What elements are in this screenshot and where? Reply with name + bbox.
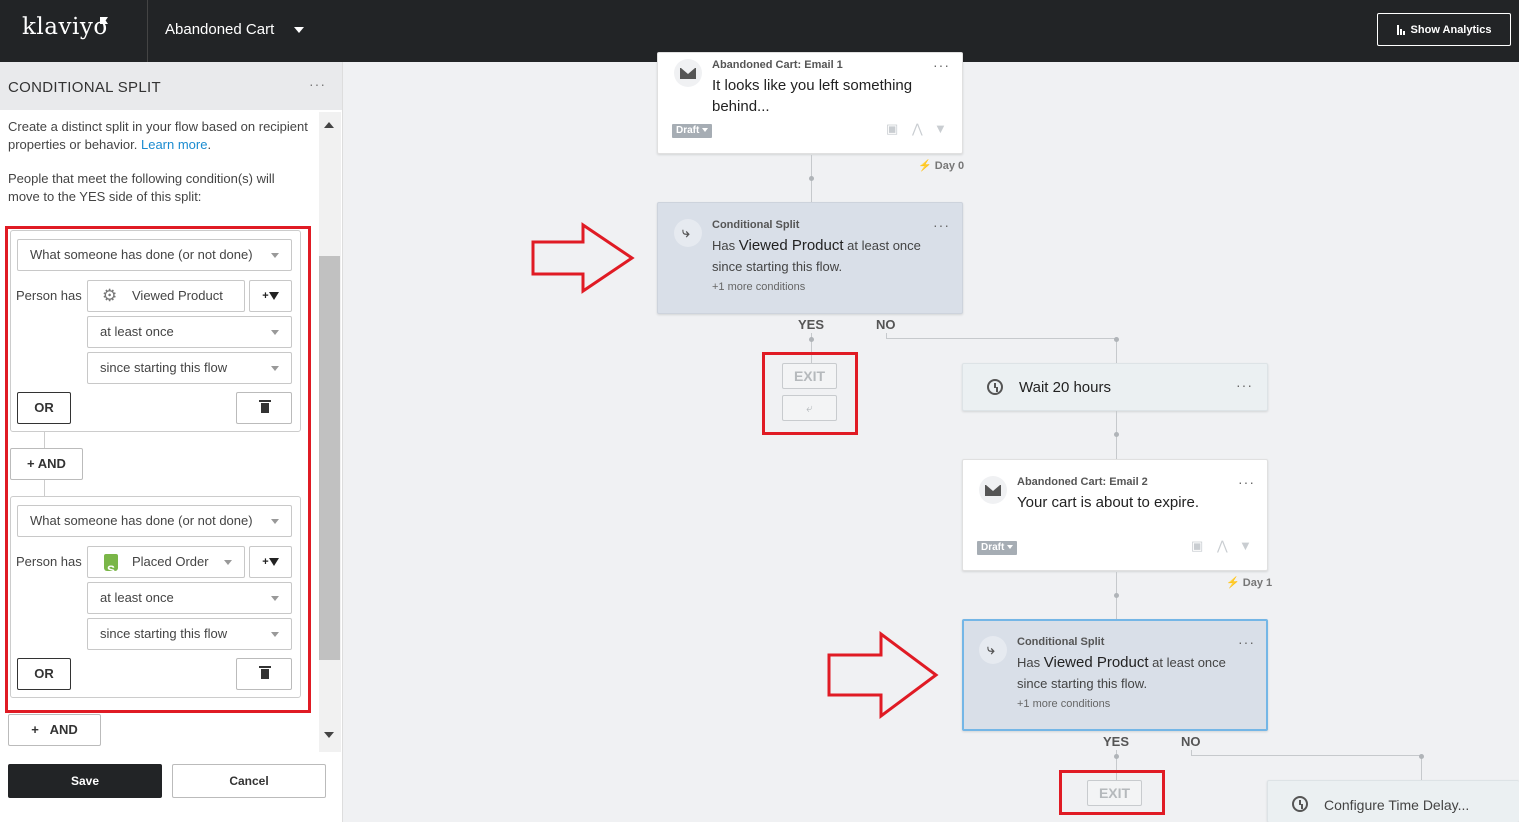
split-1-more-conditions: +1 more conditions: [712, 281, 806, 293]
split-1-more-icon[interactable]: ···: [933, 217, 950, 233]
preview-icon: ▣: [1191, 538, 1204, 553]
annotation-highlight-box: [5, 226, 311, 713]
email-1-status-badge[interactable]: Draft: [672, 124, 713, 138]
connector-dot: [809, 337, 814, 342]
split-1-no-label: NO: [876, 317, 896, 332]
and-label: AND: [49, 722, 78, 737]
day-text: Day 1: [1242, 577, 1273, 589]
trend-icon: ⋀: [1217, 538, 1228, 553]
cond-line2: since starting this flow.: [712, 259, 843, 274]
learn-more-link[interactable]: Learn more: [141, 137, 207, 152]
connector-dot: [1114, 337, 1119, 342]
cancel-button[interactable]: Cancel: [172, 764, 326, 798]
panel-header: CONDITIONAL SPLIT ···: [0, 62, 342, 110]
topbar-divider: [147, 0, 148, 62]
flow-menu-chevron-down-icon[interactable]: [294, 27, 304, 33]
connector-dot: [1114, 432, 1119, 437]
add-and-group-button[interactable]: + AND: [8, 714, 101, 746]
email-1-kicker: Abandoned Cart: Email 1: [712, 59, 843, 71]
klaviyo-logo[interactable]: klaviyo: [22, 14, 108, 40]
split-icon: ⤷: [674, 219, 702, 247]
email-2-kicker: Abandoned Cart: Email 2: [1017, 476, 1148, 488]
bar-chart-icon: [1396, 24, 1405, 35]
email-1-card[interactable]: Abandoned Cart: Email 1 ··· It looks lik…: [657, 52, 963, 154]
scroll-down-arrow-icon[interactable]: [324, 732, 334, 738]
cond-suffix: at least once: [1152, 655, 1226, 670]
conditional-split-panel: CONDITIONAL SPLIT ··· Create a distinct …: [0, 62, 343, 822]
email-icon: [674, 59, 702, 87]
split-2-yes-label: YES: [1103, 734, 1130, 749]
save-button[interactable]: Save: [8, 764, 162, 798]
flow-name[interactable]: Abandoned Cart: [165, 21, 274, 38]
annotation-arrow-1: [531, 222, 635, 294]
split-1-kicker: Conditional Split: [712, 219, 800, 231]
wait-more-icon[interactable]: ···: [1236, 377, 1253, 393]
email-1-subject: It looks like you left something behind.…: [712, 77, 913, 115]
filter-icon: ▼: [934, 121, 947, 136]
split-1-condition: Has Viewed Product at least once since s…: [712, 235, 952, 277]
connector-dot: [809, 176, 814, 181]
and-plus: +: [31, 722, 39, 737]
panel-more-options-icon[interactable]: ···: [309, 76, 326, 92]
clock-icon: [987, 379, 1003, 395]
split-2-more-icon[interactable]: ···: [1238, 634, 1255, 650]
preview-icon: ▣: [886, 121, 899, 136]
split-2-more-conditions: +1 more conditions: [1017, 698, 1111, 710]
email-1-day-label: ⚡ Day 0: [918, 160, 965, 172]
conditional-split-2-card[interactable]: ⤷ Conditional Split ··· Has Viewed Produ…: [962, 619, 1268, 731]
connector-dot: [1114, 593, 1119, 598]
cond-line2: since starting this flow.: [1017, 676, 1148, 691]
rule-text: People that meet the following condition…: [8, 171, 275, 204]
configure-time-delay-card[interactable]: Configure Time Delay...: [1267, 780, 1519, 822]
email-2-more-icon[interactable]: ···: [1238, 474, 1255, 490]
connector-line: [1191, 755, 1421, 756]
annotation-highlight-box: [1059, 770, 1165, 815]
cond-metric: Viewed Product: [1043, 654, 1149, 671]
cond-prefix: Has: [712, 238, 736, 253]
connector-line: [886, 338, 1116, 339]
show-analytics-button[interactable]: Show Analytics: [1377, 13, 1511, 46]
annotation-highlight-box: [762, 352, 858, 435]
conditional-split-1-card[interactable]: ⤷ Conditional Split ··· Has Viewed Produ…: [657, 202, 963, 314]
connector-line: [886, 333, 887, 338]
scroll-up-arrow-icon[interactable]: [324, 122, 334, 128]
panel-description: Create a distinct split in your flow bas…: [8, 119, 308, 152]
filter-icon: ▼: [1239, 538, 1252, 553]
email-2-day-label: ⚡ Day 1: [1226, 577, 1273, 589]
connector-dot: [1114, 754, 1119, 759]
email-icon: [979, 476, 1007, 504]
configure-delay-label: Configure Time Delay...: [1324, 797, 1470, 813]
cond-suffix: at least once: [847, 238, 921, 253]
email-1-more-icon[interactable]: ···: [933, 57, 950, 73]
split-2-kicker: Conditional Split: [1017, 636, 1105, 648]
split-icon: ⤷: [979, 636, 1007, 664]
split-2-condition: Has Viewed Product at least once since s…: [1017, 652, 1257, 694]
cond-metric: Viewed Product: [738, 237, 844, 254]
email-2-status-badge[interactable]: Draft: [977, 541, 1018, 555]
email-2-card[interactable]: Abandoned Cart: Email 2 ··· Your cart is…: [962, 459, 1268, 571]
annotation-arrow-2: [827, 631, 939, 719]
split-1-yes-label: YES: [798, 317, 825, 332]
scrollbar-thumb[interactable]: [319, 256, 340, 660]
wait-label: Wait 20 hours: [1019, 379, 1111, 396]
cond-prefix: Has: [1017, 655, 1041, 670]
wait-delay-card[interactable]: Wait 20 hours ···: [962, 363, 1268, 411]
trend-icon: ⋀: [912, 121, 923, 136]
connector-dot: [1419, 754, 1424, 759]
show-analytics-label: Show Analytics: [1410, 23, 1492, 36]
clock-icon: [1292, 796, 1308, 812]
split-2-no-label: NO: [1181, 734, 1201, 749]
connector-line: [1191, 750, 1192, 755]
panel-title: CONDITIONAL SPLIT: [8, 79, 161, 96]
email-2-subject: Your cart is about to expire.: [1017, 494, 1200, 511]
day-text: Day 0: [934, 160, 965, 172]
